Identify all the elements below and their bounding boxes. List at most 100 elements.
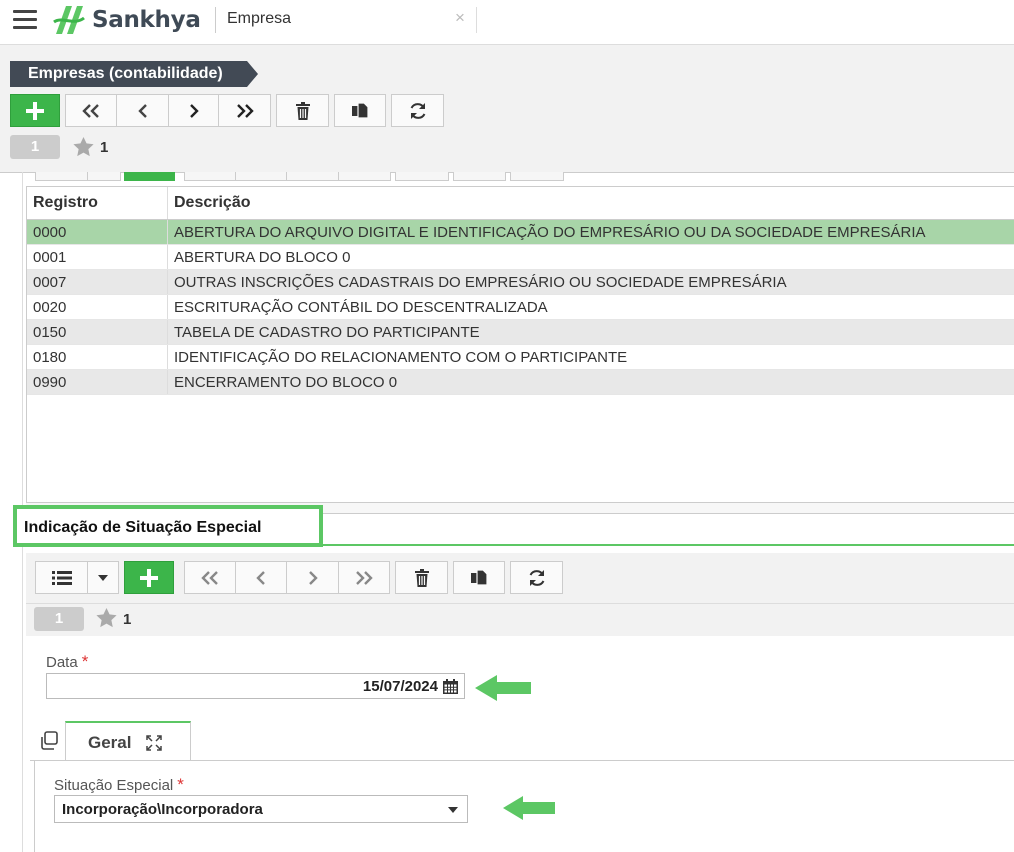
data-field-label: Data * (46, 652, 88, 672)
chevron-left-icon (137, 103, 147, 118)
menu-icon[interactable] (13, 10, 37, 30)
cell-descricao: ABERTURA DO ARQUIVO DIGITAL E IDENTIFICA… (167, 219, 1014, 245)
required-mark: * (81, 652, 89, 671)
cell-registro: 0180 (27, 344, 168, 370)
cell-descricao: ABERTURA DO BLOCO 0 (167, 244, 1014, 270)
chevron-right-icon (189, 103, 199, 118)
previous-record-button[interactable] (116, 94, 169, 127)
section-title: Indicação de Situação Especial (24, 519, 262, 536)
add-button[interactable] (10, 94, 60, 127)
next-record-button[interactable] (168, 94, 219, 127)
column-header-registro[interactable]: Registro (27, 187, 168, 220)
divider (215, 7, 216, 33)
hidden-toolbar-button (286, 172, 340, 181)
table-row[interactable]: 0990 ENCERRAMENTO DO BLOCO 0 (27, 369, 1014, 395)
cell-registro: 0990 (27, 369, 168, 395)
plus-icon (26, 101, 44, 120)
hidden-toolbar-button (510, 172, 564, 181)
cell-registro: 0001 (27, 244, 168, 270)
duplicate-button[interactable] (334, 94, 386, 127)
table-row[interactable]: 0000 ABERTURA DO ARQUIVO DIGITAL E IDENTI… (27, 219, 1014, 245)
situacao-value: Incorporação\Incorporadora (62, 801, 263, 818)
delete-detail-button[interactable] (395, 561, 448, 594)
cell-descricao: ENCERRAMENTO DO BLOCO 0 (167, 369, 1014, 395)
sankhya-logo[interactable]: Sankhya (52, 4, 201, 36)
records-table: Registro Descrição 0000 ABERTURA DO ARQUI… (27, 187, 1014, 395)
detail-pager-bar (26, 603, 1014, 636)
hidden-toolbar-button (87, 172, 121, 181)
chevron-left-icon (256, 570, 265, 585)
cell-descricao: TABELA DE CADASTRO DO PARTICIPANTE (167, 319, 1014, 345)
trash-icon (295, 101, 310, 120)
list-view-button[interactable] (35, 561, 88, 594)
data-field[interactable]: 15/07/2024 (46, 673, 465, 699)
hidden-toolbar-button (35, 172, 89, 181)
list-icon (51, 570, 72, 585)
last-detail-button[interactable] (338, 561, 390, 594)
divider (476, 7, 477, 33)
caret-down-icon (448, 807, 458, 813)
column-header-descricao[interactable]: Descrição (167, 187, 1014, 220)
top-bar: Sankhya Empresa × (0, 0, 1014, 45)
hidden-toolbar-button (184, 172, 237, 181)
hidden-toolbar-button (235, 172, 288, 181)
table-row[interactable]: 0007 OUTRAS INSCRIÇÕES CADASTRAIS DO EMPR… (27, 269, 1014, 295)
first-detail-button[interactable] (184, 561, 236, 594)
situacao-especial-select[interactable]: Incorporação\Incorporadora (54, 795, 468, 823)
add-detail-button[interactable] (124, 561, 174, 594)
brand-name: Sankhya (92, 7, 201, 33)
cell-descricao: IDENTIFICAÇÃO DO RELACIONAMENTO COM O PA… (167, 344, 1014, 370)
trash-icon (414, 568, 429, 587)
hidden-toolbar-button (338, 172, 391, 181)
arrow-left-icon (475, 675, 531, 701)
view-options-dropdown[interactable] (87, 561, 119, 594)
cell-registro: 0020 (27, 294, 168, 320)
tab-geral-label: Geral (88, 733, 132, 752)
next-detail-button[interactable] (286, 561, 339, 594)
double-chevron-right-icon (236, 103, 254, 118)
breadcrumb[interactable]: Empresas (contabilidade) (10, 61, 258, 87)
last-record-button[interactable] (218, 94, 271, 127)
copy-icon (471, 568, 488, 586)
detail-page-number-chip[interactable]: 1 (34, 607, 84, 631)
first-record-button[interactable] (65, 94, 117, 127)
tabs-menu-icon[interactable] (39, 731, 59, 751)
table-row[interactable]: 0001 ABERTURA DO BLOCO 0 (27, 244, 1014, 270)
duplicate-detail-button[interactable] (453, 561, 505, 594)
favorites-count: 1 (100, 139, 109, 156)
caret-down-icon (98, 574, 108, 581)
table-row[interactable]: 0020 ESCRITURAÇÃO CONTÁBIL DO DESCENTRALI… (27, 294, 1014, 320)
delete-button[interactable] (276, 94, 329, 127)
logo-mark-icon (53, 6, 85, 34)
previous-detail-button[interactable] (235, 561, 287, 594)
refresh-detail-button[interactable] (510, 561, 563, 594)
arrow-left-icon (503, 796, 555, 820)
plus-icon (140, 568, 158, 587)
tab-empresa[interactable]: Empresa (227, 10, 291, 28)
table-header-row: Registro Descrição (27, 187, 1014, 220)
required-mark: * (177, 775, 184, 794)
table-row[interactable]: 0150 TABELA DE CADASTRO DO PARTICIPANTE (27, 319, 1014, 345)
double-chevron-left-icon (201, 570, 218, 585)
records-grid: Registro Descrição 0000 ABERTURA DO ARQUI… (26, 186, 1014, 503)
situacao-field-label: Situação Especial * (54, 775, 184, 795)
data-value: 15/07/2024 (362, 678, 438, 695)
cell-registro: 0000 (27, 219, 168, 245)
page-number-chip[interactable]: 1 (10, 135, 60, 159)
tab-geral[interactable]: Geral (65, 721, 191, 761)
refresh-icon (529, 569, 544, 586)
hidden-toolbar-button (453, 172, 506, 181)
star-icon[interactable] (73, 137, 94, 157)
expand-icon[interactable] (146, 735, 162, 751)
star-icon[interactable] (96, 608, 117, 628)
refresh-button[interactable] (391, 94, 444, 127)
double-chevron-left-icon (82, 103, 99, 118)
cell-registro: 0150 (27, 319, 168, 345)
section-underline (323, 544, 1014, 546)
table-row[interactable]: 0180 IDENTIFICAÇÃO DO RELACIONAMENTO COM … (27, 344, 1014, 370)
situacao-label-text: Situação Especial (54, 777, 174, 794)
copy-icon (352, 101, 369, 119)
close-tab-icon[interactable]: × (455, 8, 465, 28)
chevron-right-icon (308, 570, 318, 585)
calendar-icon[interactable] (443, 679, 458, 694)
